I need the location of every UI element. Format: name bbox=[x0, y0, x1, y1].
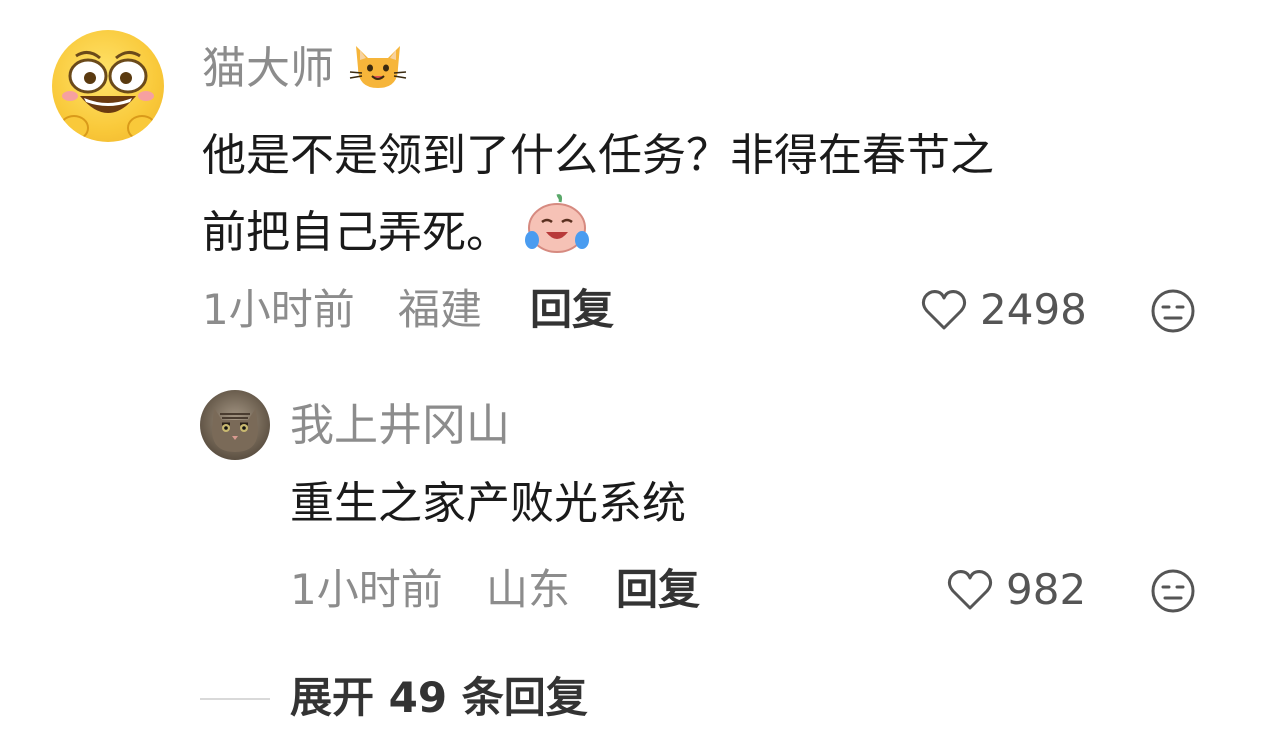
reply-location: 山东 bbox=[486, 565, 571, 614]
like-count: 2498 bbox=[980, 285, 1087, 334]
username-text: 猫大师 bbox=[202, 43, 334, 94]
reply-time: 1小时前 bbox=[290, 565, 443, 614]
dislike-button[interactable] bbox=[1150, 288, 1196, 338]
reply-reply-button[interactable]: 回复 bbox=[616, 562, 700, 618]
crying-laughing-sticker-icon bbox=[524, 192, 590, 278]
reply-text: 重生之家产败光系统 bbox=[290, 478, 686, 529]
comment-text-line2: 前把自己弄死。 bbox=[202, 192, 590, 278]
comment-username[interactable]: 猫大师 bbox=[202, 36, 408, 106]
cat-face-icon bbox=[348, 36, 408, 106]
expand-divider bbox=[200, 698, 270, 700]
heart-icon bbox=[947, 570, 993, 610]
expand-replies-button[interactable]: 展开 49 条回复 bbox=[290, 670, 588, 726]
reply-like-button[interactable] bbox=[946, 566, 994, 618]
comment-location: 福建 bbox=[398, 285, 483, 334]
like-button[interactable] bbox=[920, 286, 968, 338]
comment-text-line2-text: 前把自己弄死。 bbox=[202, 207, 510, 258]
neutral-face-icon bbox=[1151, 569, 1195, 613]
reply-avatar[interactable] bbox=[200, 390, 270, 460]
comment-text-line1: 他是不是领到了什么任务？非得在春节之 bbox=[202, 130, 994, 181]
reply-button[interactable]: 回复 bbox=[530, 282, 614, 338]
grinning-face-avatar-icon bbox=[59, 51, 157, 141]
comment-time: 1小时前 bbox=[202, 285, 355, 334]
cat-photo-avatar-icon bbox=[212, 408, 258, 452]
reply-dislike-button[interactable] bbox=[1150, 568, 1196, 618]
neutral-face-icon bbox=[1151, 289, 1195, 333]
reply-username[interactable]: 我上井冈山 bbox=[290, 398, 510, 454]
reply-like-count: 982 bbox=[1006, 565, 1087, 614]
heart-icon bbox=[921, 290, 967, 330]
avatar[interactable] bbox=[52, 30, 164, 142]
